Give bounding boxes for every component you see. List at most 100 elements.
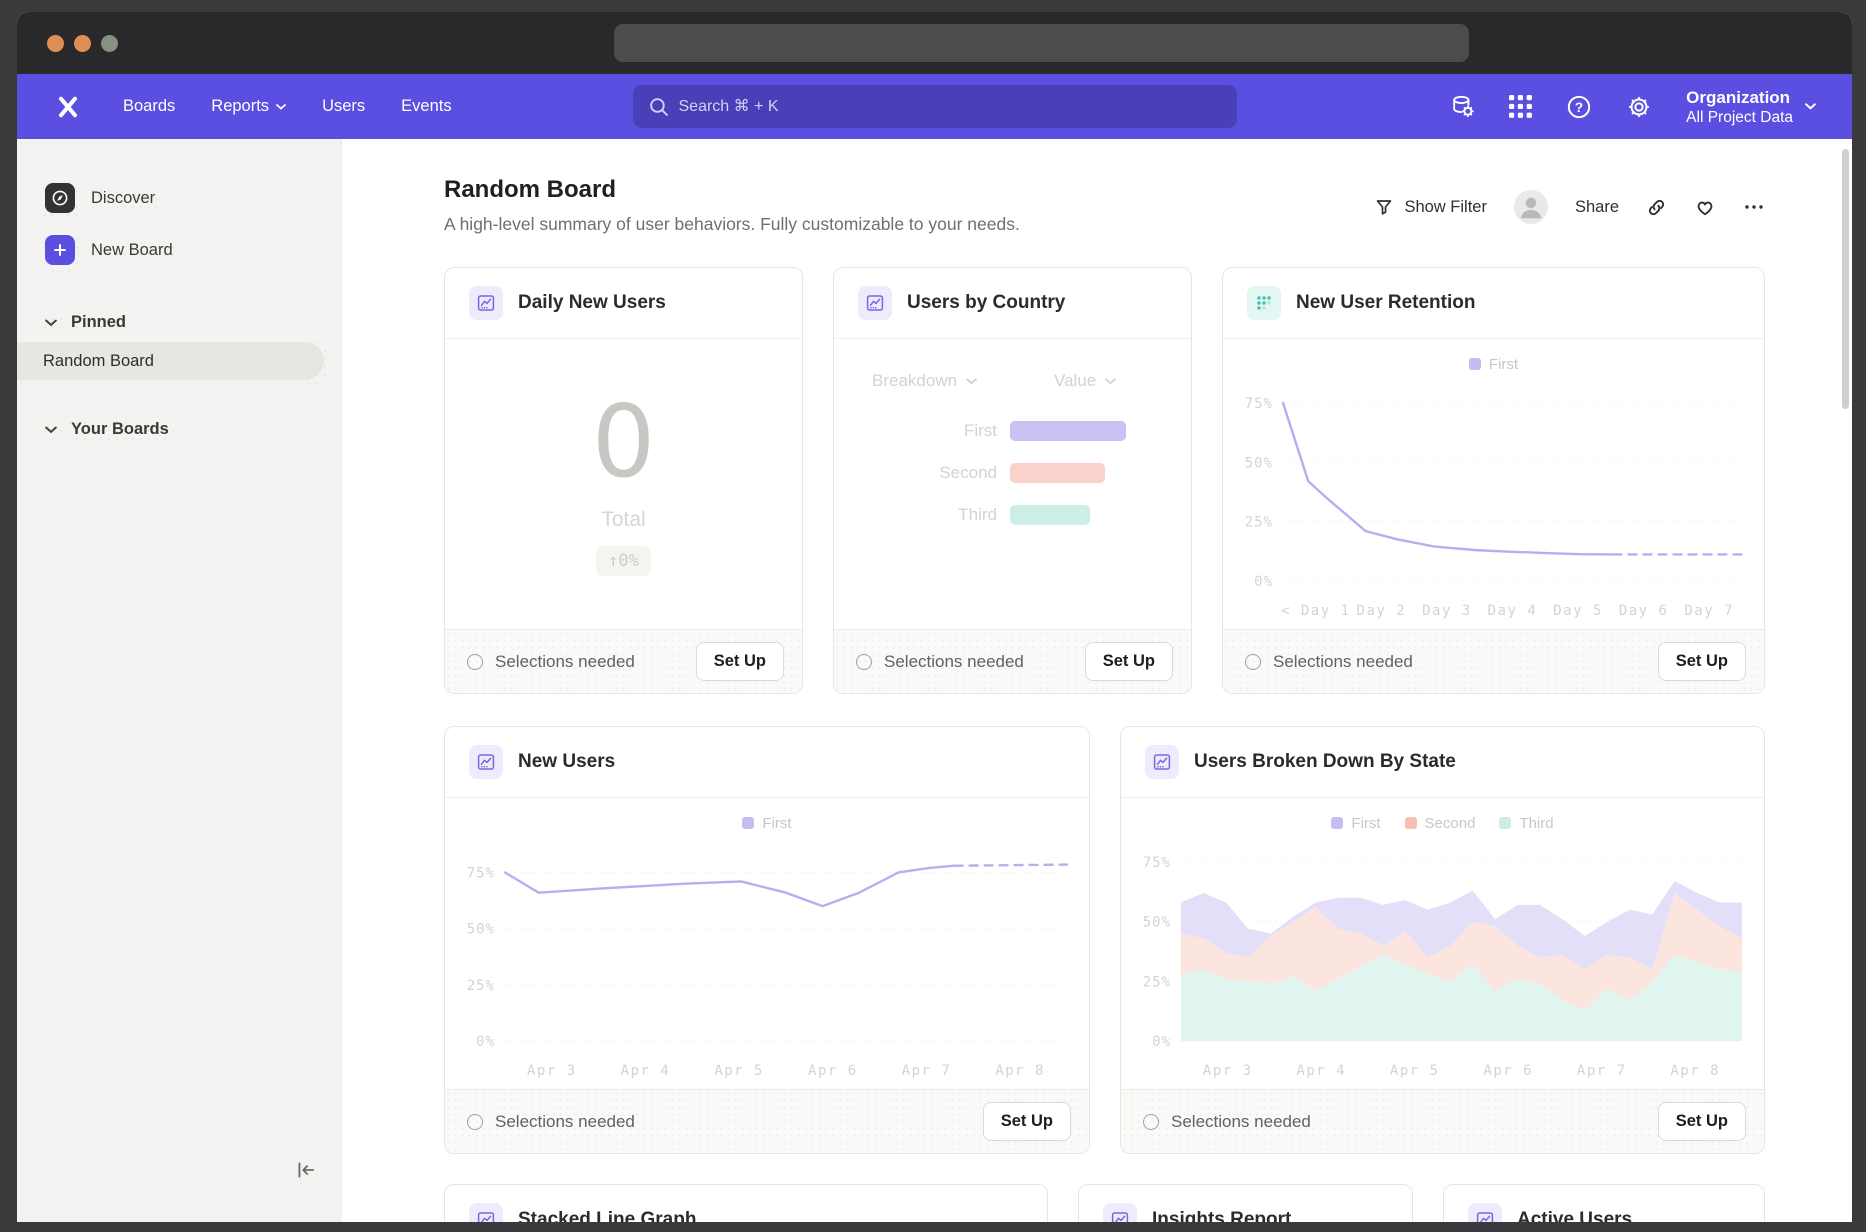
nav-item-label: Users	[322, 97, 365, 116]
svg-text:Day 4: Day 4	[1488, 603, 1538, 619]
scrollbar-thumb[interactable]	[1842, 149, 1849, 409]
new-users-chart: 75%50%25%0%Apr 3Apr 4Apr 5Apr 6Apr 7Apr …	[445, 834, 1089, 1089]
sidebar-section-label: Pinned	[71, 313, 126, 332]
svg-text:?: ?	[1575, 99, 1583, 114]
svg-text:Day 5: Day 5	[1553, 603, 1603, 619]
org-project: All Project Data	[1686, 108, 1793, 127]
close-window-button[interactable]	[47, 35, 64, 52]
card-title: Insights Report	[1152, 1209, 1291, 1222]
line-chart-icon	[1145, 745, 1179, 779]
status-circle-icon	[856, 654, 872, 670]
minimize-window-button[interactable]	[74, 35, 91, 52]
card-body: FirstSecondThird 75%50%25%0%Apr 3Apr 4Ap…	[1121, 798, 1764, 1089]
sidebar: Discover New Board Pinned Random Board	[17, 139, 342, 1222]
filter-funnel-icon	[1374, 197, 1394, 217]
board-main: Random Board A high-level summary of use…	[342, 139, 1852, 1222]
metric-label: Total	[601, 508, 645, 532]
sidebar-section-your-boards[interactable]: Your Boards	[45, 420, 328, 439]
card-users-by-country: Users by Country Breakdown Value	[833, 267, 1192, 694]
chevron-down-icon	[966, 378, 977, 385]
show-filter-button[interactable]: Show Filter	[1374, 197, 1487, 217]
svg-text:0%: 0%	[1254, 574, 1273, 590]
setup-button[interactable]: Set Up	[983, 1102, 1071, 1141]
card-body: First 75%50%25%0%< Day 1Day 2Day 3Day 4D…	[1223, 339, 1764, 629]
card-header: New Users	[445, 727, 1089, 798]
chart-legend: First	[445, 798, 1089, 834]
mixpanel-logo-icon[interactable]	[55, 94, 81, 120]
svg-text:Apr 5: Apr 5	[1390, 1063, 1440, 1079]
setup-button[interactable]: Set Up	[1658, 1102, 1746, 1141]
sidebar-item-label: New Board	[91, 241, 173, 260]
legend-swatch	[1469, 358, 1481, 370]
legend-swatch	[1405, 817, 1417, 829]
sidebar-section-label: Your Boards	[71, 420, 169, 439]
value-dropdown[interactable]: Value	[1054, 371, 1116, 391]
sidebar-item-random-board[interactable]: Random Board	[17, 342, 324, 380]
card-users-by-state: Users Broken Down By State FirstSecondTh…	[1120, 726, 1765, 1154]
window-titlebar	[17, 12, 1852, 74]
nav-item-boards[interactable]: Boards	[109, 88, 189, 125]
status-label: Selections needed	[1273, 652, 1413, 672]
svg-text:0%: 0%	[1152, 1034, 1171, 1050]
page-head-left: Random Board A high-level summary of use…	[444, 176, 1020, 235]
chart-legend: FirstSecondThird	[1121, 798, 1764, 834]
nav-item-users[interactable]: Users	[308, 88, 379, 125]
bar-label: Second	[834, 463, 997, 483]
settings-gear-icon[interactable]	[1626, 94, 1652, 120]
apps-grid-icon[interactable]	[1509, 95, 1532, 118]
chart-legend: First	[1223, 339, 1764, 375]
svg-text:Apr 8: Apr 8	[995, 1063, 1045, 1079]
zoom-window-button[interactable]	[101, 35, 118, 52]
svg-text:Day 7: Day 7	[1684, 603, 1734, 619]
share-button[interactable]: Share	[1575, 198, 1619, 217]
copy-link-icon[interactable]	[1646, 197, 1667, 218]
search-input[interactable]	[633, 85, 1237, 128]
nav-item-reports[interactable]: Reports	[197, 88, 300, 125]
nav-items: Boards Reports Users Events	[109, 88, 466, 125]
card-footer: Selections needed Set Up	[445, 629, 802, 693]
help-icon[interactable]: ?	[1566, 94, 1592, 120]
chevron-down-icon	[1805, 103, 1816, 110]
svg-text:50%: 50%	[1245, 455, 1273, 471]
card-status: Selections needed	[467, 1112, 635, 1132]
collapse-sidebar-button[interactable]	[295, 1159, 317, 1186]
card-insights-report: Insights Report	[1078, 1184, 1413, 1222]
sidebar-item-discover[interactable]: Discover	[45, 179, 328, 217]
svg-text:Apr 8: Apr 8	[1670, 1063, 1720, 1079]
svg-text:75%: 75%	[1245, 396, 1273, 412]
line-chart-icon	[858, 286, 892, 320]
more-options-icon[interactable]	[1743, 196, 1765, 218]
favorite-heart-icon[interactable]	[1694, 196, 1716, 218]
line-chart-icon	[469, 745, 503, 779]
card-body: 0 Total ↑0%	[445, 339, 802, 629]
org-switcher[interactable]: Organization All Project Data	[1686, 87, 1816, 127]
setup-button[interactable]: Set Up	[1658, 642, 1746, 681]
sidebar-item-new-board[interactable]: New Board	[45, 231, 328, 269]
url-bar[interactable]	[614, 24, 1469, 62]
svg-text:Apr 4: Apr 4	[621, 1063, 671, 1079]
org-name: Organization	[1686, 87, 1793, 108]
bar-first	[1010, 421, 1126, 441]
card-title: New User Retention	[1296, 292, 1475, 314]
card-header: Active Users	[1444, 1185, 1764, 1222]
share-label: Share	[1575, 198, 1619, 217]
search-bar	[633, 85, 1237, 128]
status-circle-icon	[467, 1114, 483, 1130]
legend-item: First	[1331, 815, 1380, 832]
setup-button[interactable]: Set Up	[696, 642, 784, 681]
card-active-users: Active Users	[1443, 1184, 1765, 1222]
card-footer: Selections needed Set Up	[834, 629, 1191, 693]
svg-text:Apr 7: Apr 7	[1577, 1063, 1627, 1079]
card-header: Stacked Line Graph	[445, 1185, 1047, 1222]
country-bar-row: Second	[834, 463, 1191, 483]
card-header: Users Broken Down By State	[1121, 727, 1764, 798]
card-new-users: New Users First 75%50%25%0%Apr 3Apr 4Apr…	[444, 726, 1090, 1154]
setup-button[interactable]: Set Up	[1085, 642, 1173, 681]
nav-item-events[interactable]: Events	[387, 88, 465, 125]
breakdown-dropdown[interactable]: Breakdown	[872, 371, 977, 391]
avatar[interactable]	[1514, 190, 1548, 224]
sidebar-section-pinned[interactable]: Pinned	[45, 313, 328, 332]
svg-text:25%: 25%	[1143, 974, 1171, 990]
top-navbar: Boards Reports Users Events	[17, 74, 1852, 139]
data-management-icon[interactable]	[1450, 94, 1475, 119]
